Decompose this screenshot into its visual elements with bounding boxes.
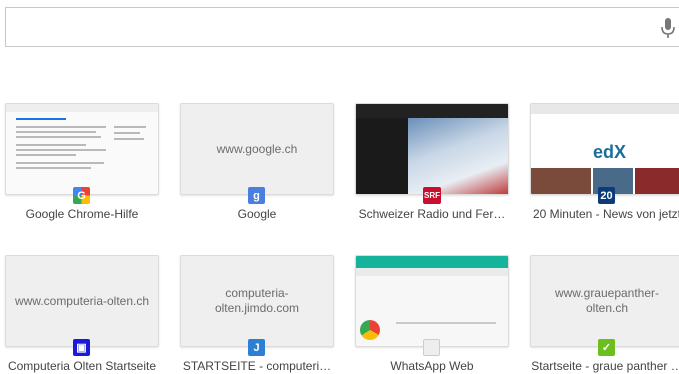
tile-thumbnail — [355, 255, 509, 347]
computeria-favicon-icon: ▣ — [73, 339, 90, 356]
tile-url-text: www.computeria-olten.ch — [14, 293, 150, 308]
tile-thumbnail: www.google.ch — [180, 103, 334, 195]
tile-title: 20 Minuten - News von jetzt — [532, 207, 679, 221]
jimdo-favicon-icon: J — [248, 339, 265, 356]
google-favicon-icon: G — [73, 187, 90, 204]
tile-title: Startseite - graue panther … — [531, 359, 679, 373]
microphone-icon[interactable] — [660, 17, 676, 39]
tile-thumbnail: www.grauepanther-olten.ch — [530, 255, 679, 347]
tile-thumbnail — [5, 103, 159, 195]
tile-thumbnail — [355, 103, 509, 195]
tile-url-text: www.grauepanther-olten.ch — [554, 286, 660, 315]
tile-title: Google — [237, 207, 277, 221]
tile-title: WhatsApp Web — [390, 359, 474, 373]
20min-favicon-icon: 20 — [598, 187, 615, 204]
tile-title: Computeria Olten Startseite — [7, 359, 157, 373]
tile-title: Google Chrome-Hilfe — [25, 207, 139, 221]
tile-thumbnail: www.computeria-olten.ch — [5, 255, 159, 347]
whatsapp-favicon-icon — [423, 339, 440, 356]
tile-thumbnail: edX — [530, 103, 679, 195]
tile-title: Schweizer Radio und Fer… — [358, 207, 506, 221]
omnibox-search-input[interactable] — [5, 7, 679, 47]
tile-url-text: www.google.ch — [216, 141, 298, 156]
grauepanther-favicon-icon: ✓ — [598, 339, 615, 356]
tile-title: STARTSEITE - computeri… — [182, 359, 332, 373]
srf-favicon-icon: SRF — [423, 187, 441, 204]
google-favicon-icon: g — [248, 187, 265, 204]
tile-url-text: computeria-olten.jimdo.com — [214, 286, 300, 315]
tile-thumbnail: computeria-olten.jimdo.com — [180, 255, 334, 347]
